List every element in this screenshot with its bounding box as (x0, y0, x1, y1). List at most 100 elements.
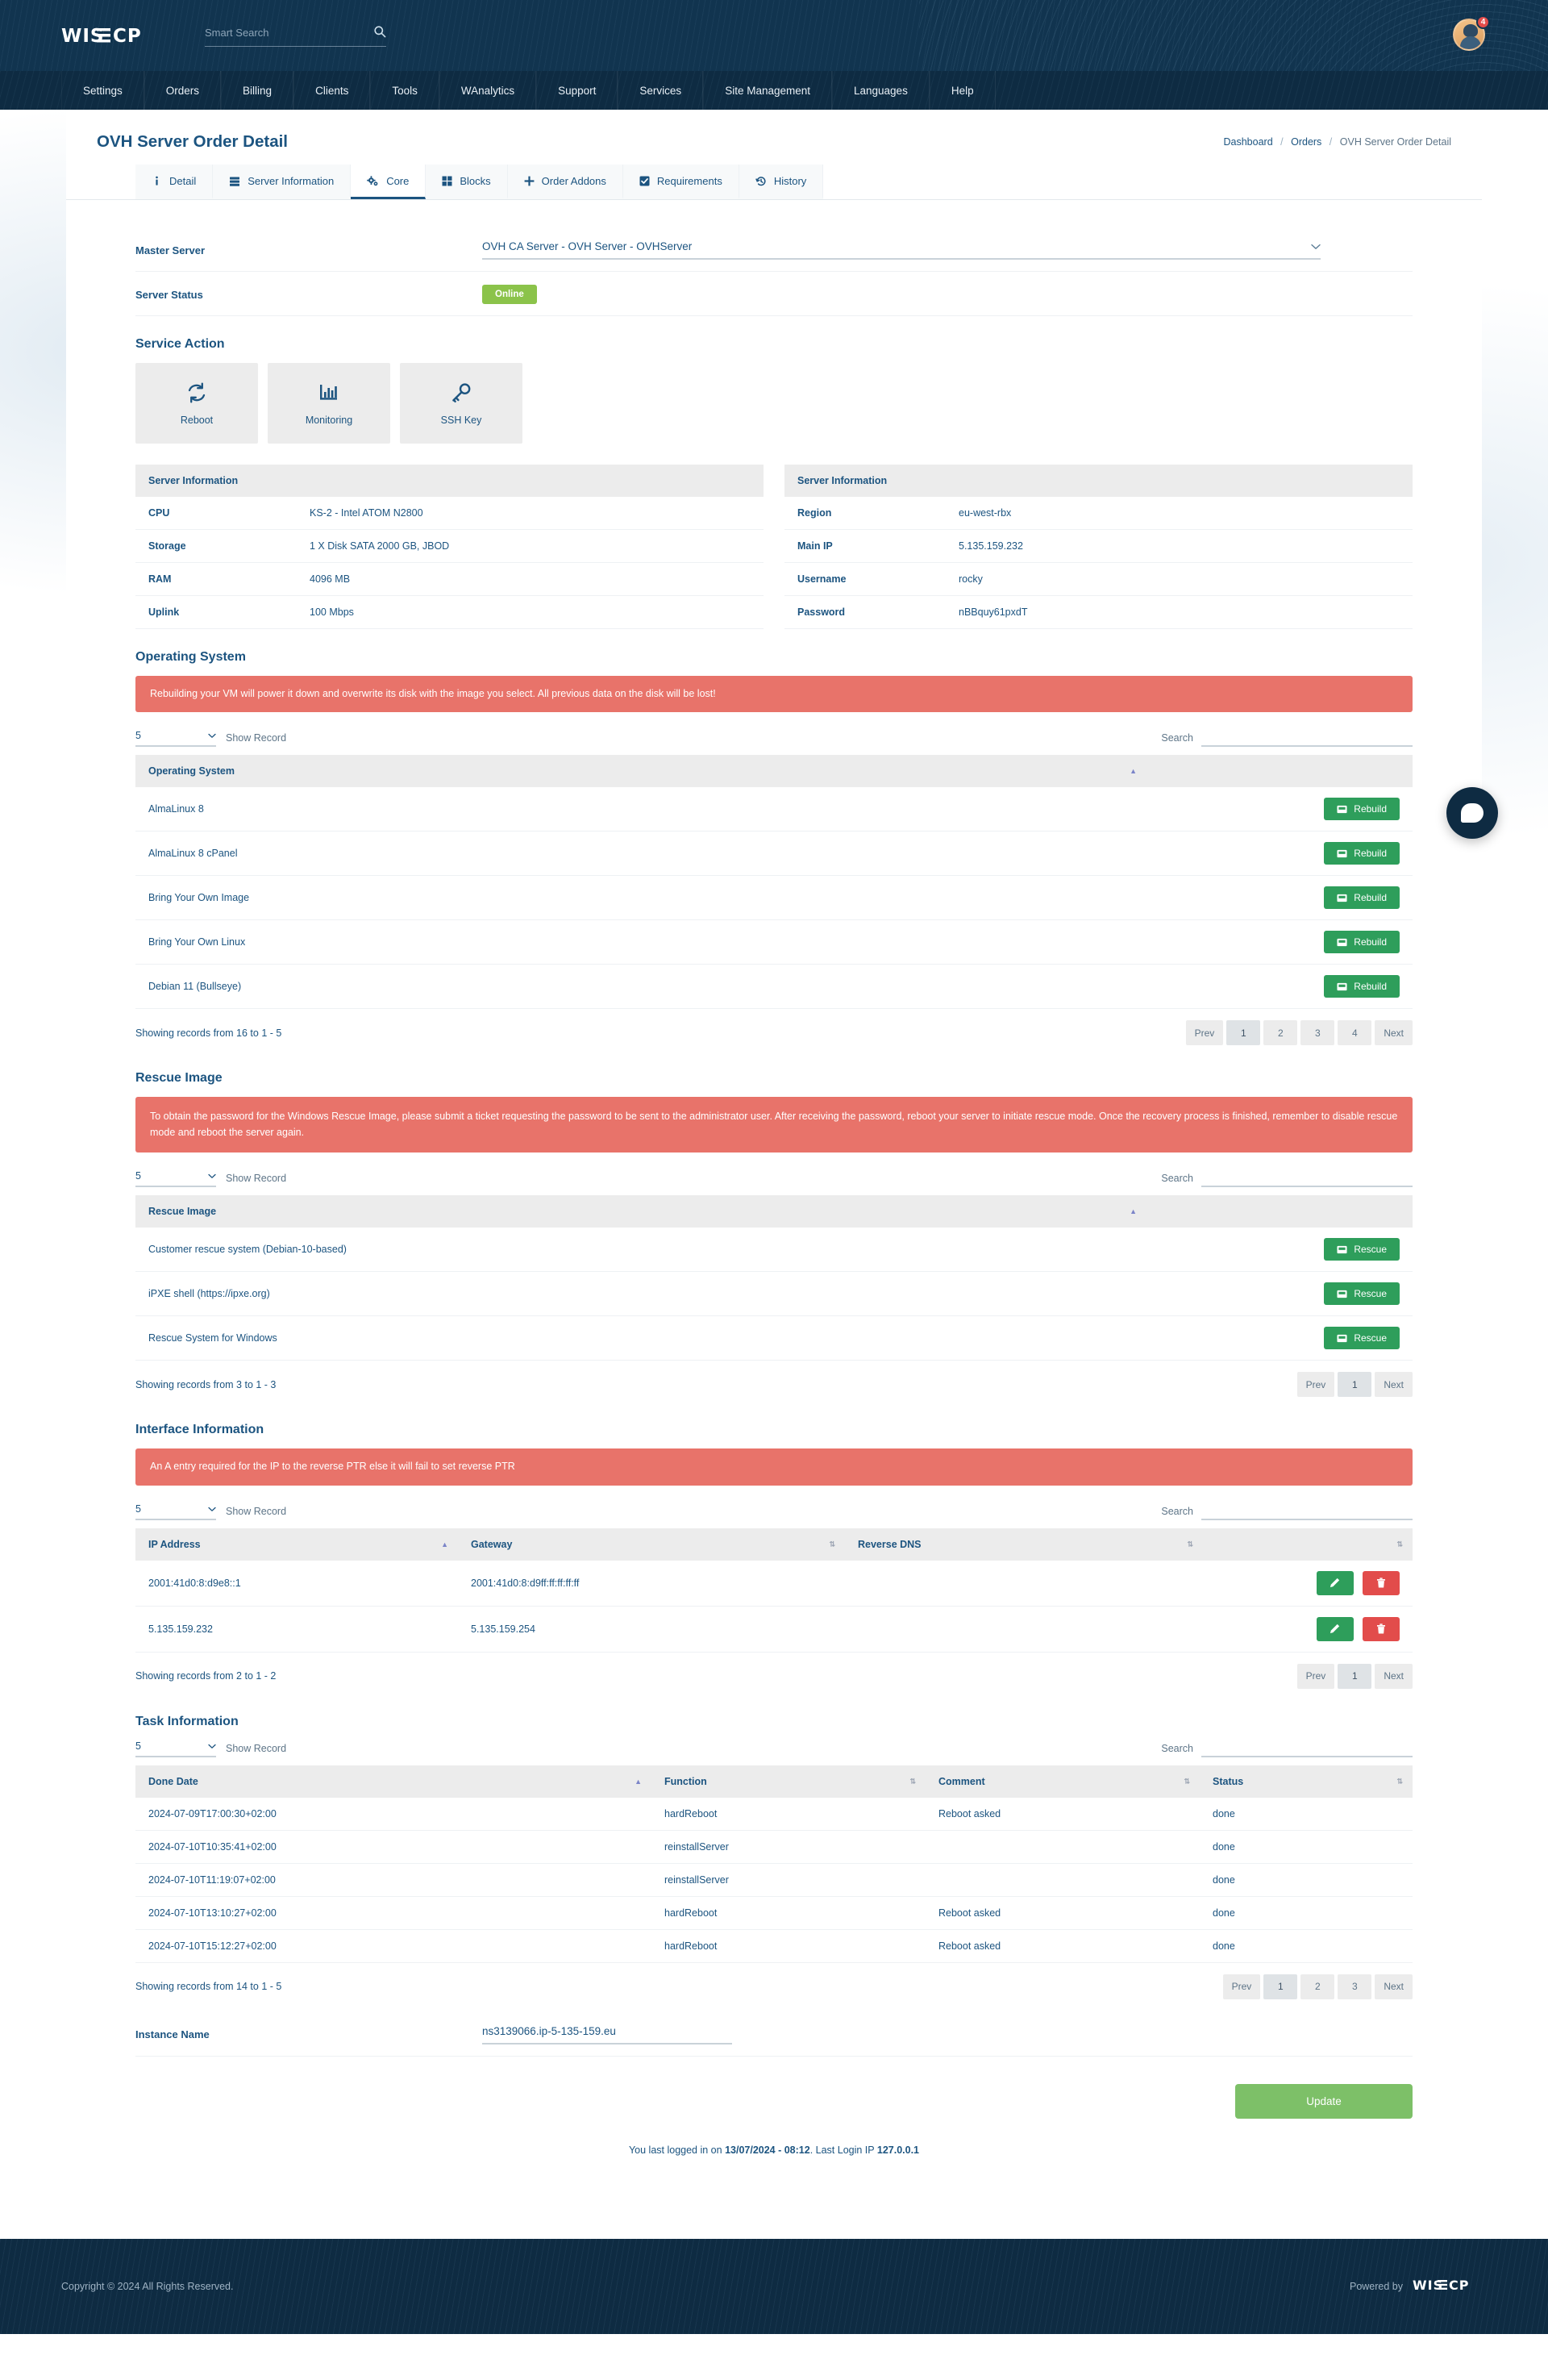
row-value: KS-2 - Intel ATOM N2800 (310, 507, 423, 519)
search-icon[interactable] (373, 25, 386, 41)
nav-item-help[interactable]: Help (929, 71, 996, 110)
page-2[interactable]: 2 (1263, 1020, 1298, 1046)
nav-item-services[interactable]: Services (618, 71, 704, 110)
tab-bar: Detail Server Information Core Blocks Or… (66, 165, 1482, 200)
column-label: Comment (938, 1775, 985, 1787)
nav-item-site-management[interactable]: Site Management (703, 71, 832, 110)
brand-logo[interactable]: WIS CP WISECP (61, 25, 166, 46)
rescue-column-header[interactable]: Rescue Image ▲ (135, 1195, 1146, 1228)
update-button[interactable]: Update (1235, 2083, 1413, 2119)
nav-item-billing[interactable]: Billing (221, 71, 294, 110)
task-show-record-label: Show Record (226, 1742, 287, 1754)
page-prev[interactable]: Prev (1296, 1663, 1335, 1689)
task-column-comment[interactable]: Comment ⇅ (926, 1765, 1200, 1798)
tab-requirements[interactable]: Requirements (622, 165, 739, 199)
page-prev[interactable]: Prev (1185, 1020, 1224, 1046)
smart-search[interactable] (205, 25, 386, 47)
row-value: rocky (959, 573, 983, 585)
server-information-right: Server Information Region eu-west-rbx Ma… (784, 465, 1413, 629)
tab-server-information[interactable]: Server Information (213, 165, 352, 199)
breadcrumb-orders[interactable]: Orders (1291, 136, 1321, 148)
page-1[interactable]: 1 (1263, 1974, 1298, 1999)
pencil-icon[interactable] (1316, 1616, 1354, 1641)
server-status-row: Server Status Online (135, 272, 1413, 316)
user-menu[interactable]: 4 (1453, 15, 1490, 52)
sort-ascending-icon: ▲ (1130, 1207, 1137, 1216)
page-4[interactable]: 4 (1338, 1020, 1372, 1046)
rebuild-button[interactable]: Rebuild (1324, 931, 1400, 954)
trash-icon[interactable] (1363, 1616, 1400, 1641)
os-search-input[interactable] (1201, 731, 1413, 748)
rebuild-button[interactable]: Rebuild (1324, 975, 1400, 998)
tab-label: Requirements (656, 175, 722, 187)
breadcrumb-dashboard[interactable]: Dashboard (1224, 136, 1273, 148)
rescue-button[interactable]: Rescue (1324, 1282, 1400, 1306)
interface-show-record-value: 5 (135, 1503, 141, 1515)
ssh-key-button[interactable]: SSH Key (400, 363, 522, 444)
page-next[interactable]: Next (1375, 1663, 1413, 1689)
notification-badge[interactable]: 4 (1476, 15, 1490, 29)
task-column-date[interactable]: Done Date ▲ (135, 1765, 651, 1798)
nav-item-languages[interactable]: Languages (832, 71, 930, 110)
rescue-show-record-select[interactable]: 5 (135, 1170, 216, 1188)
interface-column-gateway[interactable]: Gateway ⇅ (458, 1528, 845, 1561)
tab-blocks[interactable]: Blocks (426, 165, 508, 199)
tab-core[interactable]: Core (351, 165, 427, 199)
page-prev[interactable]: Prev (1296, 1372, 1335, 1398)
task-column-function[interactable]: Function ⇅ (651, 1765, 926, 1798)
tab-order-addons[interactable]: Order Addons (507, 165, 623, 199)
rescue-search-input[interactable] (1201, 1171, 1413, 1188)
page-next[interactable]: Next (1375, 1372, 1413, 1398)
rebuild-button[interactable]: Rebuild (1324, 798, 1400, 821)
page-prev[interactable]: Prev (1222, 1974, 1261, 1999)
task-date: 2024-07-10T11:19:07+02:00 (135, 1863, 651, 1897)
nav-item-orders[interactable]: Orders (144, 71, 222, 110)
instance-name-input[interactable]: ns3139066.ip-5-135-159.eu (482, 2025, 732, 2044)
table-row: Debian 11 (Bullseye) Rebuild (135, 964, 1413, 1010)
table-row: 2024-07-10T11:19:07+02:00 reinstallServe… (135, 1863, 1413, 1897)
os-show-record-select[interactable]: 5 (135, 730, 216, 748)
page-next[interactable]: Next (1375, 1974, 1413, 1999)
trash-icon[interactable] (1363, 1570, 1400, 1595)
rescue-button[interactable]: Rescue (1324, 1327, 1400, 1350)
interface-show-record-select[interactable]: 5 (135, 1503, 216, 1520)
page-3[interactable]: 3 (1338, 1974, 1372, 1999)
page-1[interactable]: 1 (1226, 1020, 1261, 1046)
chat-bubble-icon[interactable] (1446, 787, 1498, 839)
reboot-button[interactable]: Reboot (135, 363, 258, 444)
os-column-header[interactable]: Operating System ▲ (135, 755, 1146, 788)
operating-system-alert: Rebuilding your VM will power it down an… (135, 676, 1413, 713)
nav-item-settings[interactable]: Settings (61, 71, 144, 110)
pencil-icon[interactable] (1316, 1570, 1354, 1595)
rebuild-button[interactable]: Rebuild (1324, 842, 1400, 865)
interface-column-rdns[interactable]: Reverse DNS ⇅ (845, 1528, 1203, 1561)
nav-item-support[interactable]: Support (536, 71, 618, 110)
table-row: 2024-07-10T10:35:41+02:00 reinstallServe… (135, 1830, 1413, 1864)
page-next[interactable]: Next (1375, 1020, 1413, 1046)
task-search-input[interactable] (1201, 1741, 1413, 1757)
tab-history[interactable]: History (739, 165, 824, 199)
task-show-record-select[interactable]: 5 (135, 1740, 216, 1757)
page-3[interactable]: 3 (1300, 1020, 1335, 1046)
page-1[interactable]: 1 (1338, 1372, 1372, 1398)
search-input[interactable] (205, 27, 350, 39)
instance-name-row: Instance Name ns3139066.ip-5-135-159.eu (135, 2012, 1413, 2057)
interface-column-ip[interactable]: IP Address ▲ (135, 1528, 458, 1561)
footer-logo[interactable]: WIS CP (1413, 2278, 1487, 2296)
page-1[interactable]: 1 (1338, 1663, 1372, 1689)
monitoring-button[interactable]: Monitoring (268, 363, 390, 444)
rebuild-button[interactable]: Rebuild (1324, 886, 1400, 910)
task-column-status[interactable]: Status ⇅ (1200, 1765, 1413, 1798)
master-server-select[interactable]: OVH CA Server - OVH Server - OVHServer (482, 240, 1321, 260)
task-date: 2024-07-10T13:10:27+02:00 (135, 1896, 651, 1930)
nav-item-clients[interactable]: Clients (293, 71, 371, 110)
footer-powered-by: Powered by WIS CP (1350, 2278, 1487, 2296)
page-2[interactable]: 2 (1300, 1974, 1335, 1999)
info-icon (152, 176, 162, 186)
tab-detail[interactable]: Detail (135, 165, 214, 199)
interface-search-input[interactable] (1201, 1504, 1413, 1520)
nav-item-tools[interactable]: Tools (370, 71, 439, 110)
nav-item-wanalytics[interactable]: WAnalytics (439, 71, 537, 110)
nav-label: WAnalytics (460, 84, 515, 97)
rescue-button[interactable]: Rescue (1324, 1238, 1400, 1261)
